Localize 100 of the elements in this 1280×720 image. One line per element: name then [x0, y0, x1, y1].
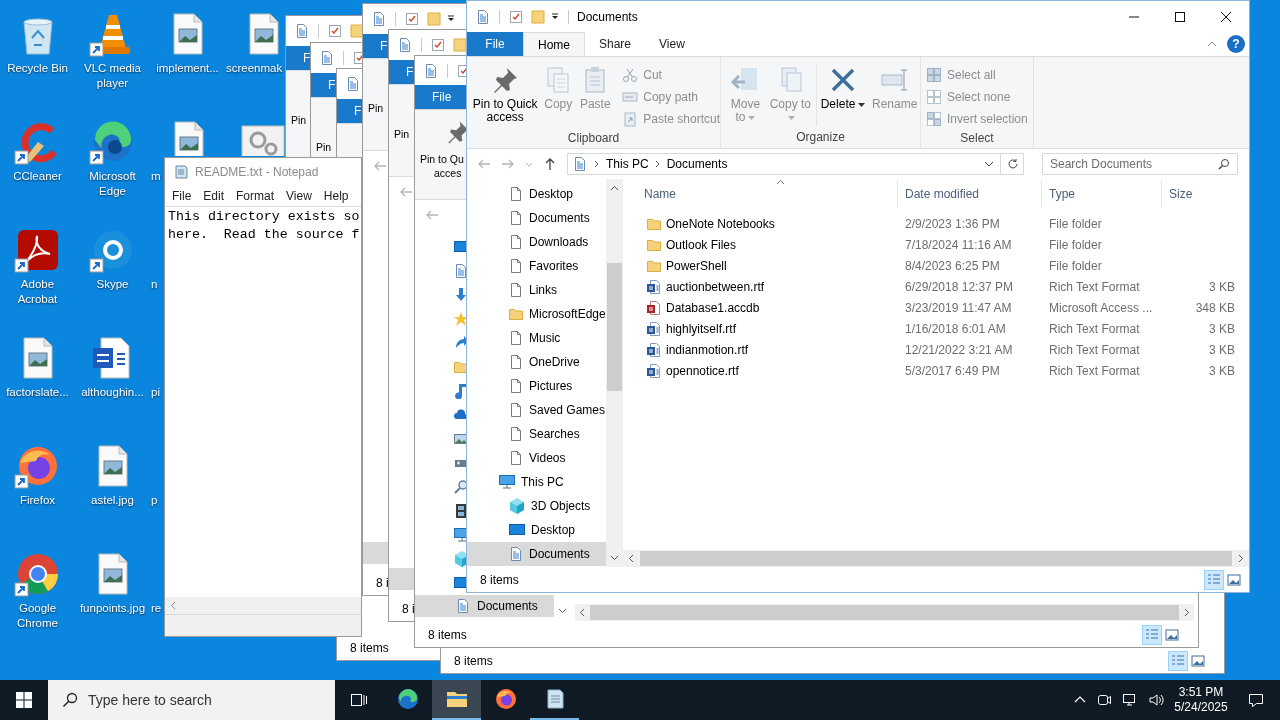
nav-item[interactable]: This PC: [467, 470, 606, 494]
nav-item[interactable]: Videos: [467, 446, 606, 470]
nav-item[interactable]: Downloads: [467, 230, 606, 254]
file-tab[interactable]: File: [415, 85, 466, 110]
menu-item[interactable]: Help: [317, 187, 355, 205]
nav-item[interactable]: Music: [467, 326, 606, 350]
nav-item[interactable]: Pictures: [467, 374, 606, 398]
file-name[interactable]: PowerShell: [637, 256, 898, 275]
menu-item[interactable]: View: [280, 187, 318, 205]
document-icon: [646, 278, 662, 295]
ribbon-label[interactable]: Pin: [316, 140, 332, 154]
file-tab[interactable]: F: [389, 60, 415, 84]
file-name[interactable]: Outlook Files: [637, 235, 898, 254]
file-name[interactable]: opennotice.rtf: [637, 361, 898, 380]
ribbon-label[interactable]: Pin: [291, 113, 307, 127]
horizontal-scrollbar[interactable]: [575, 603, 1194, 621]
chevron-left-icon: [169, 601, 178, 610]
icon-label[interactable]: funpoints.jpg: [75, 601, 150, 616]
column-header[interactable]: Size: [1162, 180, 1241, 208]
search-field[interactable]: Search Documents: [1042, 153, 1238, 175]
icon-label[interactable]: Adobe Acrobat: [0, 277, 75, 307]
ribbon-tab[interactable]: View: [645, 32, 699, 56]
file-tab[interactable]: F: [286, 46, 311, 70]
icon-label[interactable]: astel.jpg: [75, 493, 150, 508]
icon-label[interactable]: althoughin...: [75, 385, 150, 400]
taskbar-app-button[interactable]: [432, 680, 481, 720]
nav-item[interactable]: Documents: [467, 542, 606, 566]
file-name[interactable]: Database1.accdb: [637, 298, 898, 317]
nav-item[interactable]: Favorites: [467, 254, 606, 278]
star-icon: [453, 310, 469, 327]
nav-item[interactable]: 3D Objects: [467, 494, 606, 518]
chevron-left-icon: [578, 607, 587, 617]
icon-label[interactable]: Google Chrome: [0, 601, 75, 631]
icon-label[interactable]: re: [151, 601, 162, 616]
status-text: 8 items: [454, 652, 493, 670]
icon-label[interactable]: implement...: [150, 61, 225, 76]
chevron-right-icon: [1236, 554, 1245, 563]
close-icon: [1221, 11, 1231, 22]
file-tab[interactable]: F: [363, 34, 389, 58]
icon-label[interactable]: n: [151, 277, 158, 292]
icon-label[interactable]: pi: [151, 385, 160, 400]
breadcrumb[interactable]: This PC: [606, 155, 649, 173]
ribbon-button[interactable]: Delete: [820, 62, 866, 111]
nav-item-label[interactable]: Documents: [477, 596, 538, 615]
search-field[interactable]: Type here to search: [48, 680, 335, 720]
file-size: 348 KB: [1194, 299, 1235, 317]
file-name[interactable]: OneNote Notebooks: [637, 214, 898, 233]
browser-icon: [395, 687, 420, 711]
column-header[interactable]: Date modified: [898, 180, 1042, 208]
column-header[interactable]: Type: [1042, 180, 1162, 208]
help-button[interactable]: ?: [1227, 35, 1245, 53]
menu-item[interactable]: Format: [230, 187, 281, 205]
nav-item[interactable]: Links: [467, 278, 606, 302]
page-icon: [508, 282, 524, 298]
menu-item[interactable]: File: [166, 187, 198, 205]
icon-label[interactable]: Skype: [75, 277, 150, 292]
file-name[interactable]: auctionbetween.rtf: [637, 277, 898, 296]
picture-icon: [1226, 571, 1242, 588]
ribbon-tab[interactable]: Share: [585, 32, 646, 56]
sort-caret-icon: [776, 179, 785, 185]
icon-label[interactable]: Firefox: [0, 493, 75, 508]
clock[interactable]: 3:51 PM 5/24/2025: [1170, 685, 1232, 715]
menu-item[interactable]: Edit: [197, 187, 231, 205]
document-icon: [572, 156, 588, 172]
horizontal-scrollbar[interactable]: [165, 597, 361, 614]
icon-label[interactable]: CCleaner: [0, 169, 75, 184]
address-bar[interactable]: This PC Documents: [567, 153, 1024, 175]
icon-label[interactable]: factorslate...: [0, 385, 75, 400]
ribbon-label[interactable]: Pin: [368, 101, 384, 115]
icon-label[interactable]: screenmak: [226, 61, 283, 76]
file-tab[interactable]: File: [467, 32, 523, 56]
file-tab[interactable]: F: [311, 73, 337, 97]
nav-item[interactable]: OneDrive: [467, 350, 606, 374]
file-name[interactable]: highlyitself.rtf: [637, 319, 898, 338]
nav-item[interactable]: Documents: [415, 594, 554, 617]
nav-item[interactable]: Searches: [467, 422, 606, 446]
file-tab[interactable]: F: [337, 99, 363, 123]
chevron-left-icon: [627, 554, 636, 563]
ribbon-label[interactable]: acces: [434, 166, 462, 181]
ribbon-label[interactable]: Pin: [394, 127, 410, 141]
icon-label[interactable]: Recycle Bin: [0, 61, 75, 76]
ribbon-label[interactable]: Pin to Qu: [420, 152, 464, 167]
status-text: 8 i: [402, 600, 415, 618]
nav-item[interactable]: MicrosoftEdge: [467, 302, 606, 326]
breadcrumb[interactable]: Documents: [666, 155, 728, 173]
page-icon: [508, 402, 524, 418]
nav-item[interactable]: Desktop: [467, 518, 606, 542]
icon-label[interactable]: p: [151, 493, 158, 508]
nav-item[interactable]: Documents: [467, 206, 606, 230]
horizontal-scrollbar[interactable]: [623, 550, 1249, 567]
vertical-scrollbar[interactable]: [606, 179, 623, 567]
icon-label[interactable]: m: [151, 169, 161, 184]
ribbon-tab[interactable]: Home: [523, 32, 585, 56]
nav-item[interactable]: Saved Games: [467, 398, 606, 422]
icon-label[interactable]: VLC media player: [75, 61, 150, 91]
file-name[interactable]: indianmotion.rtf: [637, 340, 898, 359]
column-header[interactable]: Name: [637, 180, 898, 208]
nav-item[interactable]: Desktop: [467, 182, 606, 206]
icon-label[interactable]: Microsoft Edge: [75, 169, 150, 199]
ribbon-button[interactable]: Pin to Quick access: [472, 62, 539, 124]
